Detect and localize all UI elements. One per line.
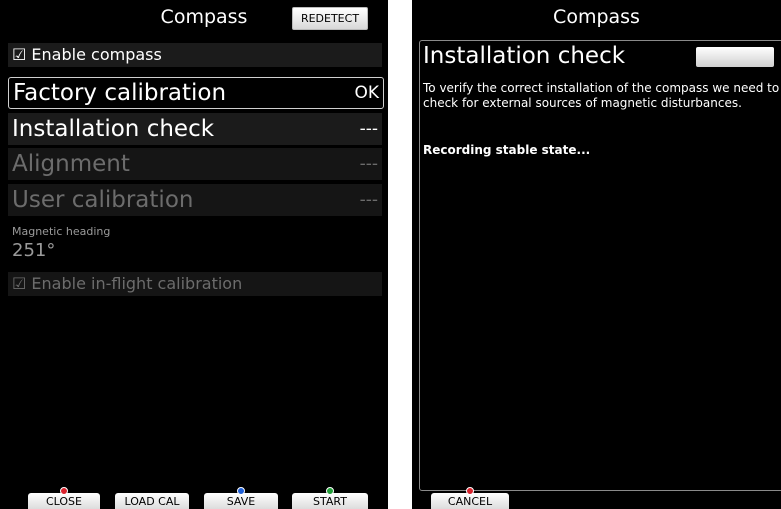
installation-check-value: --- xyxy=(359,119,378,139)
progress-bar xyxy=(696,47,774,67)
enable-inflight-calibration-label: ☑ Enable in-flight calibration xyxy=(12,274,243,293)
screen-title: Compass xyxy=(553,6,640,28)
cancel-button[interactable]: CANCEL xyxy=(431,487,509,509)
compass-screen-installation-check: Compass Installation check To verify the… xyxy=(412,0,781,509)
magnetic-heading-label: Magnetic heading xyxy=(12,225,111,238)
enable-inflight-calibration-checkbox[interactable]: ☑ Enable in-flight calibration xyxy=(8,272,382,296)
close-button-label: CLOSE xyxy=(45,495,82,508)
red-key-icon xyxy=(466,487,474,495)
title-bar: Compass xyxy=(412,0,781,34)
factory-calibration-label: Factory calibration xyxy=(13,80,227,106)
button-bar: CLOSE LOAD CAL SAVE START xyxy=(0,485,388,509)
blue-key-icon xyxy=(237,487,245,495)
factory-calibration-item[interactable]: Factory calibration OK xyxy=(8,77,384,109)
panel-title: Installation check xyxy=(423,43,626,69)
user-calibration-item[interactable]: User calibration --- xyxy=(8,184,382,216)
compass-screen-main: Compass REDETECT ☑ Enable compass Factor… xyxy=(0,0,388,509)
enable-compass-checkbox[interactable]: ☑ Enable compass xyxy=(8,43,382,67)
title-bar: Compass REDETECT xyxy=(0,0,388,34)
installation-check-label: Installation check xyxy=(12,116,215,142)
load-cal-button[interactable]: LOAD CAL xyxy=(115,493,189,509)
installation-check-panel: Installation check To verify the correct… xyxy=(419,40,781,491)
panel-description: To verify the correct installation of th… xyxy=(423,81,780,110)
magnetic-heading-value: 251° xyxy=(12,240,56,261)
alignment-value: --- xyxy=(359,154,378,174)
enable-compass-label: ☑ Enable compass xyxy=(12,45,162,64)
user-calibration-label: User calibration xyxy=(12,187,194,213)
close-button[interactable]: CLOSE xyxy=(28,487,100,509)
start-button-label: START xyxy=(313,495,347,508)
save-button[interactable]: SAVE xyxy=(204,487,278,509)
status-text: Recording stable state... xyxy=(423,143,591,157)
start-button[interactable]: START xyxy=(292,487,368,509)
green-key-icon xyxy=(326,487,334,495)
installation-check-item[interactable]: Installation check --- xyxy=(8,113,382,145)
button-bar: CANCEL xyxy=(412,485,781,509)
load-cal-button-label: LOAD CAL xyxy=(124,495,180,508)
user-calibration-value: --- xyxy=(359,190,378,210)
factory-calibration-value: OK xyxy=(354,83,379,103)
alignment-label: Alignment xyxy=(12,151,130,177)
cancel-button-label: CANCEL xyxy=(447,495,493,508)
redetect-button[interactable]: REDETECT xyxy=(292,7,368,30)
alignment-item[interactable]: Alignment --- xyxy=(8,148,382,180)
red-key-icon xyxy=(60,487,68,495)
save-button-label: SAVE xyxy=(226,495,256,508)
